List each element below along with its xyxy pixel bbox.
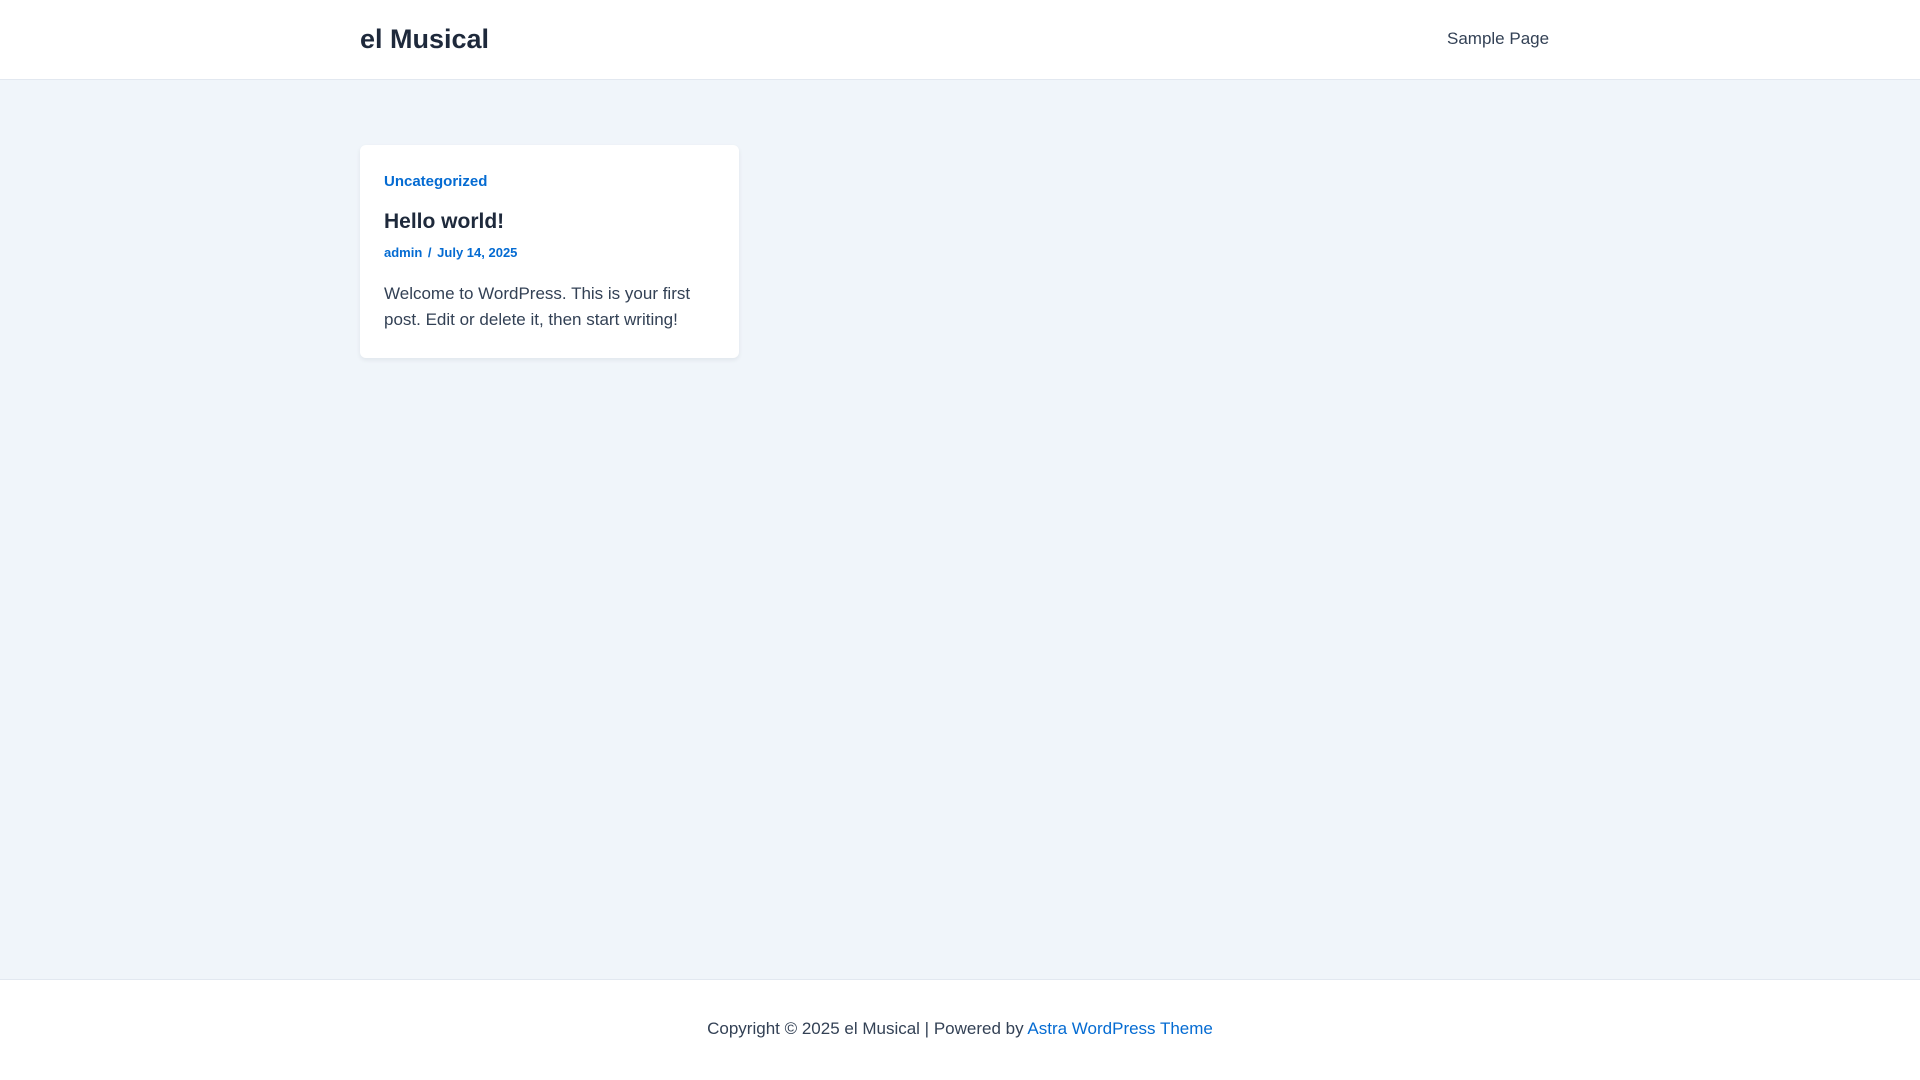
footer-theme-link[interactable]: Astra WordPress Theme (1027, 1019, 1213, 1038)
post-meta: admin / July 14, 2025 (384, 245, 517, 261)
post-author-link[interactable]: admin (384, 245, 422, 260)
post-card: Uncategorized Hello world! admin / July … (360, 145, 739, 358)
site-title-link[interactable]: el Musical (360, 23, 489, 55)
meta-separator: / (427, 245, 432, 260)
post-excerpt: Welcome to WordPress. This is your first… (384, 284, 691, 329)
site-footer: Copyright © 2025 el Musical | Powered by… (0, 979, 1920, 1080)
footer-copyright-line: Copyright © 2025 el Musical | Powered by… (0, 1019, 1920, 1039)
post-date-link[interactable]: July 14, 2025 (437, 245, 517, 260)
nav-item-sample-page[interactable]: Sample Page (1447, 29, 1549, 49)
footer-copyright-text: Copyright © 2025 el Musical | Powered by (707, 1019, 1024, 1038)
post-category-link[interactable]: Uncategorized (384, 173, 487, 191)
site-header: el Musical Sample Page (0, 0, 1920, 80)
post-title-link[interactable]: Hello world! (384, 209, 504, 235)
